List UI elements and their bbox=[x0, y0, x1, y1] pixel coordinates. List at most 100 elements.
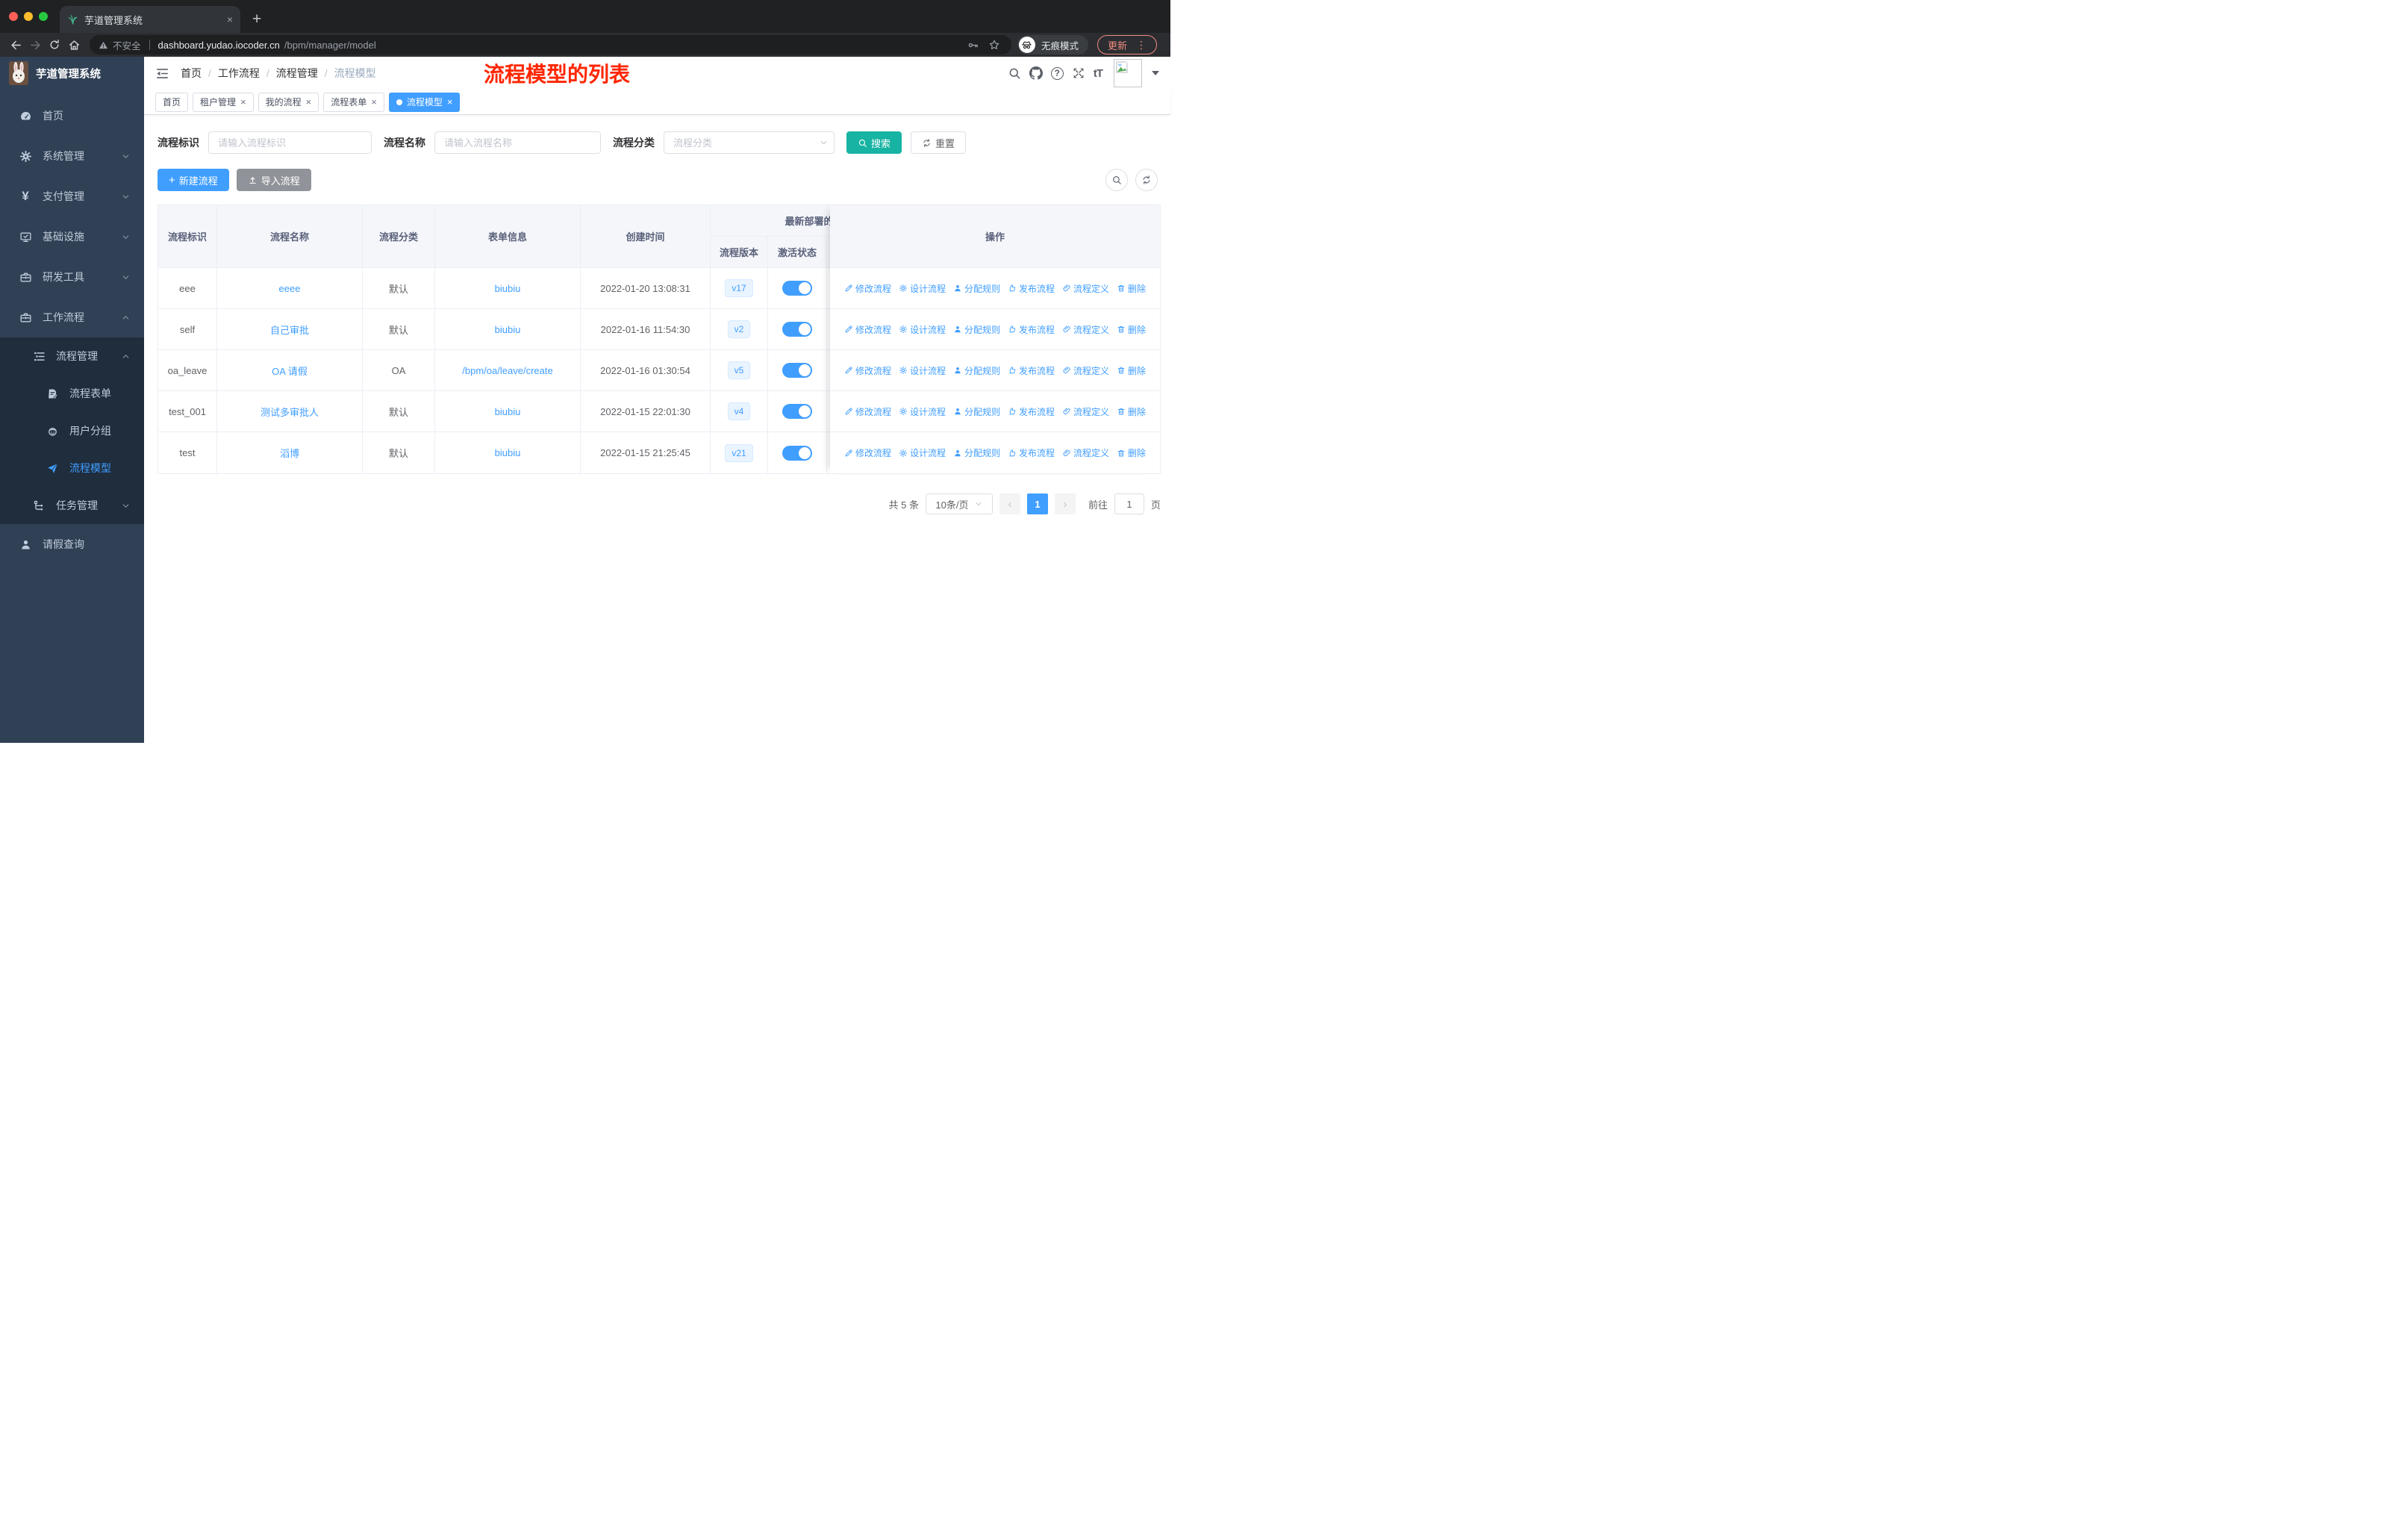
active-toggle[interactable] bbox=[782, 322, 812, 337]
version-badge[interactable]: v17 bbox=[725, 279, 753, 297]
action-delete[interactable]: 删除 bbox=[1117, 446, 1146, 459]
action-delete[interactable]: 删除 bbox=[1117, 364, 1146, 377]
sidebar-collapse-icon[interactable] bbox=[155, 66, 169, 81]
tab-close-icon[interactable]: × bbox=[447, 97, 453, 107]
version-badge[interactable]: v5 bbox=[727, 361, 751, 379]
action-edit[interactable]: 修改流程 bbox=[844, 405, 891, 418]
goto-page-input[interactable] bbox=[1114, 493, 1144, 514]
action-definition[interactable]: 流程定义 bbox=[1062, 282, 1109, 295]
process-name-link[interactable]: eeee bbox=[279, 283, 301, 294]
new-tab-button[interactable]: + bbox=[252, 10, 261, 28]
filter-category-select[interactable] bbox=[664, 131, 835, 154]
action-definition[interactable]: 流程定义 bbox=[1062, 323, 1109, 336]
action-edit[interactable]: 修改流程 bbox=[844, 364, 891, 377]
version-badge[interactable]: v2 bbox=[727, 320, 751, 338]
active-toggle[interactable] bbox=[782, 445, 812, 461]
tab-close-icon[interactable]: × bbox=[371, 97, 377, 107]
sidebar-item-system[interactable]: 系统管理 bbox=[0, 136, 144, 176]
process-name-link[interactable]: 自己审批 bbox=[270, 323, 309, 337]
form-info-link[interactable]: biubiu bbox=[495, 447, 521, 458]
home-icon[interactable] bbox=[64, 35, 84, 55]
sidebar-item-workflow[interactable]: 工作流程 bbox=[0, 297, 144, 337]
version-badge[interactable]: v21 bbox=[725, 443, 753, 462]
back-icon[interactable] bbox=[6, 35, 25, 55]
reset-button[interactable]: 重置 bbox=[911, 131, 967, 154]
action-edit[interactable]: 修改流程 bbox=[844, 323, 891, 336]
tab-process-form[interactable]: 流程表单 × bbox=[323, 92, 384, 112]
sidebar-item-task-manage[interactable]: 任务管理 bbox=[0, 487, 144, 524]
help-icon[interactable]: ? bbox=[1050, 66, 1064, 80]
window-zoom-button[interactable] bbox=[39, 12, 48, 21]
action-delete[interactable]: 删除 bbox=[1117, 405, 1146, 418]
breadcrumb-item[interactable]: 首页 bbox=[181, 66, 202, 81]
action-edit[interactable]: 修改流程 bbox=[844, 282, 891, 295]
action-edit[interactable]: 修改流程 bbox=[844, 446, 891, 459]
action-publish[interactable]: 发布流程 bbox=[1008, 446, 1055, 459]
github-icon[interactable] bbox=[1029, 66, 1043, 80]
prev-page-button[interactable]: ‹ bbox=[999, 493, 1020, 514]
action-definition[interactable]: 流程定义 bbox=[1062, 364, 1109, 377]
action-publish[interactable]: 发布流程 bbox=[1008, 323, 1055, 336]
action-design[interactable]: 设计流程 bbox=[899, 405, 946, 418]
page-size-select[interactable]: 10条/页 bbox=[925, 493, 993, 514]
action-design[interactable]: 设计流程 bbox=[899, 323, 946, 336]
refresh-table-button[interactable] bbox=[1135, 169, 1158, 191]
action-delete[interactable]: 删除 bbox=[1117, 323, 1146, 336]
active-toggle[interactable] bbox=[782, 281, 812, 296]
action-assign-rule[interactable]: 分配规则 bbox=[953, 323, 1000, 336]
user-avatar[interactable] bbox=[1114, 59, 1142, 87]
header-search-icon[interactable] bbox=[1008, 66, 1021, 80]
search-button[interactable]: 搜索 bbox=[846, 131, 902, 154]
action-definition[interactable]: 流程定义 bbox=[1062, 405, 1109, 418]
active-toggle[interactable] bbox=[782, 363, 812, 378]
tab-tenant-manage[interactable]: 租户管理 × bbox=[193, 92, 254, 112]
browser-update-button[interactable]: 更新 ⋮ bbox=[1097, 35, 1157, 55]
create-process-button[interactable]: + 新建流程 bbox=[157, 169, 229, 191]
action-design[interactable]: 设计流程 bbox=[899, 364, 946, 377]
action-publish[interactable]: 发布流程 bbox=[1008, 364, 1055, 377]
window-close-button[interactable] bbox=[9, 12, 18, 21]
action-assign-rule[interactable]: 分配规则 bbox=[953, 405, 1000, 418]
action-assign-rule[interactable]: 分配规则 bbox=[953, 282, 1000, 295]
form-info-link[interactable]: biubiu bbox=[495, 406, 521, 417]
filter-key-input[interactable] bbox=[208, 131, 372, 154]
bookmark-star-icon[interactable] bbox=[986, 39, 1002, 51]
sidebar-logo[interactable]: 芋道管理系统 bbox=[0, 57, 144, 90]
action-definition[interactable]: 流程定义 bbox=[1062, 446, 1109, 459]
form-info-link[interactable]: biubiu bbox=[495, 283, 521, 294]
action-assign-rule[interactable]: 分配规则 bbox=[953, 446, 1000, 459]
action-delete[interactable]: 删除 bbox=[1117, 282, 1146, 295]
action-design[interactable]: 设计流程 bbox=[899, 282, 946, 295]
form-info-link[interactable]: biubiu bbox=[495, 324, 521, 335]
key-icon[interactable] bbox=[965, 40, 982, 51]
action-publish[interactable]: 发布流程 bbox=[1008, 405, 1055, 418]
sidebar-item-home[interactable]: 首页 bbox=[0, 96, 144, 136]
action-design[interactable]: 设计流程 bbox=[899, 446, 946, 459]
form-info-link[interactable]: /bpm/oa/leave/create bbox=[462, 365, 552, 376]
sidebar-item-payment[interactable]: ¥ 支付管理 bbox=[0, 176, 144, 217]
window-minimize-button[interactable] bbox=[24, 12, 33, 21]
process-name-link[interactable]: OA 请假 bbox=[272, 364, 308, 378]
toggle-search-button[interactable] bbox=[1105, 169, 1128, 191]
version-badge[interactable]: v4 bbox=[727, 402, 751, 420]
next-page-button[interactable]: › bbox=[1054, 493, 1076, 514]
breadcrumb-item[interactable]: 流程管理 bbox=[276, 66, 318, 81]
browser-menu-dots-icon[interactable]: ⋮ bbox=[1136, 39, 1147, 52]
current-page-button[interactable]: 1 bbox=[1026, 493, 1048, 514]
fullscreen-icon[interactable] bbox=[1072, 66, 1085, 80]
tab-close-icon[interactable]: × bbox=[227, 14, 233, 25]
forward-icon[interactable] bbox=[25, 35, 45, 55]
sidebar-item-leave-query[interactable]: 请假查询 bbox=[0, 524, 144, 564]
sidebar-item-process-form[interactable]: 流程表单 bbox=[0, 375, 144, 412]
filter-name-input[interactable] bbox=[434, 131, 601, 154]
process-name-link[interactable]: 滔博 bbox=[280, 446, 299, 460]
sidebar-item-user-group[interactable]: 用户分组 bbox=[0, 412, 144, 449]
tab-close-icon[interactable]: × bbox=[306, 97, 312, 107]
sidebar-item-process-manage[interactable]: 流程管理 bbox=[0, 337, 144, 375]
action-assign-rule[interactable]: 分配规则 bbox=[953, 364, 1000, 377]
sidebar-item-infrastructure[interactable]: 基础设施 bbox=[0, 217, 144, 257]
tab-home[interactable]: 首页 bbox=[155, 92, 189, 112]
security-label[interactable]: 不安全 bbox=[113, 38, 141, 52]
active-toggle[interactable] bbox=[782, 404, 812, 419]
action-publish[interactable]: 发布流程 bbox=[1008, 282, 1055, 295]
